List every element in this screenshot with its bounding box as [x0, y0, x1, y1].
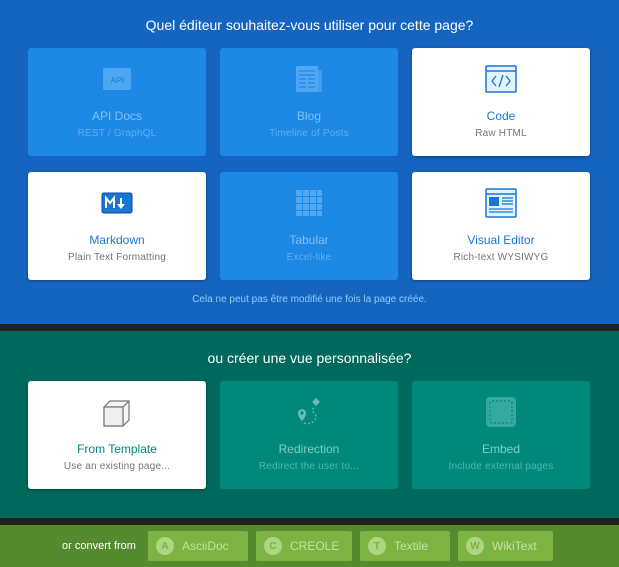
newspaper-icon [220, 62, 398, 96]
view-card-title: Embed [481, 442, 521, 456]
convert-button-asciidoc[interactable]: A AsciiDoc [148, 531, 248, 561]
editor-card-title: Tabular [289, 233, 329, 247]
textile-icon: T [368, 537, 386, 555]
view-card-title: From Template [77, 442, 157, 456]
editor-card-subtitle: Rich-text WYSIWYG [453, 252, 549, 263]
convert-button-label: AsciiDoc [182, 539, 229, 553]
convert-button-creole[interactable]: C CREOLE [256, 531, 352, 561]
convert-label: or convert from [62, 540, 136, 552]
custom-view-heading: ou créer une vue personnalisée? [207, 350, 412, 366]
code-window-icon [412, 62, 590, 96]
api-icon: API [28, 62, 206, 96]
wikitext-icon: W [466, 537, 484, 555]
editor-card-title: API Docs [91, 109, 142, 123]
editor-card-code[interactable]: Code Raw HTML [412, 48, 590, 156]
view-card-embed[interactable]: Embed Include external pages [412, 381, 590, 489]
editor-note: Cela ne peut pas être modifié une fois l… [192, 294, 427, 305]
editor-card-subtitle: Raw HTML [475, 128, 527, 139]
view-card-title: Redirection [278, 442, 340, 456]
convert-button-label: CREOLE [290, 539, 340, 553]
editor-card-title: Blog [296, 109, 322, 123]
convert-button-wikitext[interactable]: W WikiText [458, 531, 553, 561]
view-card-from-template[interactable]: From Template Use an existing page... [28, 381, 206, 489]
asciidoc-icon: A [156, 537, 174, 555]
markdown-icon [28, 186, 206, 220]
visual-editor-icon [412, 186, 590, 220]
editor-card-title: Visual Editor [467, 233, 535, 247]
editor-card-subtitle: REST / GraphQL [77, 128, 157, 139]
route-pin-icon [220, 395, 398, 429]
editor-card-tabular[interactable]: Tabular Excel-like [220, 172, 398, 280]
table-grid-icon [220, 186, 398, 220]
editor-heading: Quel éditeur souhaitez-vous utiliser pou… [145, 17, 474, 33]
cube-icon [28, 395, 206, 429]
convert-button-textile[interactable]: T Textile [360, 531, 450, 561]
editor-card-visual-editor[interactable]: Visual Editor Rich-text WYSIWYG [412, 172, 590, 280]
view-card-subtitle: Include external pages [448, 461, 554, 472]
embed-stamp-icon [412, 395, 590, 429]
view-card-subtitle: Use an existing page... [63, 461, 171, 472]
view-card-redirection[interactable]: Redirection Redirect the user to... [220, 381, 398, 489]
convert-button-label: WikiText [492, 539, 537, 553]
editor-card-markdown[interactable]: Markdown Plain Text Formatting [28, 172, 206, 280]
convert-button-label: Textile [394, 539, 429, 553]
editor-card-subtitle: Timeline of Posts [269, 128, 349, 139]
editor-card-title: Markdown [89, 233, 145, 247]
editor-card-subtitle: Plain Text Formatting [68, 252, 166, 263]
view-card-subtitle: Redirect the user to... [258, 461, 360, 472]
svg-text:API: API [110, 76, 123, 85]
creole-icon: C [264, 537, 282, 555]
editor-card-subtitle: Excel-like [286, 252, 332, 263]
editor-card-title: Code [486, 109, 516, 123]
editor-card-api-docs[interactable]: API API Docs REST / GraphQL [28, 48, 206, 156]
editor-card-blog[interactable]: Blog Timeline of Posts [220, 48, 398, 156]
